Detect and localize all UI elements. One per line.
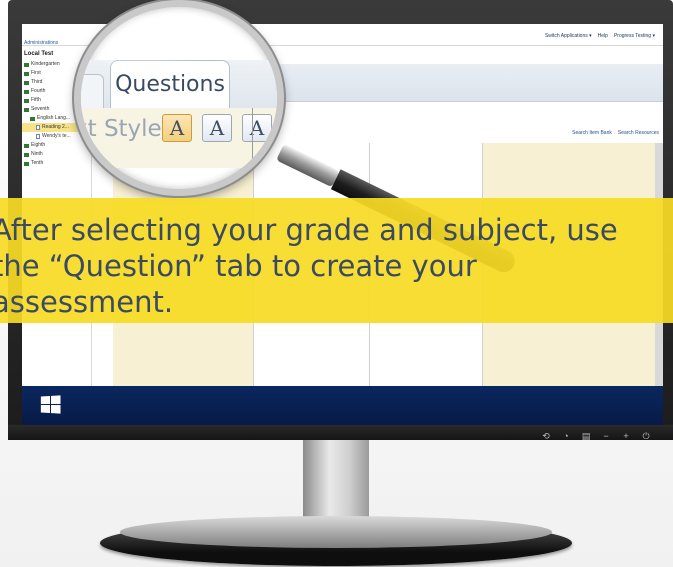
tree-item-label: Fifth bbox=[31, 97, 41, 103]
monitor-control-icon[interactable]: + bbox=[620, 431, 632, 441]
magnifier-lens: Questions xt Style: A A A bbox=[74, 0, 284, 196]
magnified-previous-tab[interactable] bbox=[81, 74, 104, 110]
tree-item-label: Third bbox=[31, 79, 43, 85]
folder-icon bbox=[24, 89, 29, 94]
folder-icon bbox=[24, 143, 29, 148]
help-link[interactable]: Help bbox=[598, 33, 608, 39]
tree-item-label: Fourth bbox=[31, 88, 46, 94]
tree-item-label: Reading 2... bbox=[42, 124, 69, 130]
monitor-control-icon[interactable]: ▤ bbox=[580, 431, 592, 441]
folder-icon bbox=[24, 80, 29, 85]
lens-glare bbox=[91, 15, 211, 75]
text-style-button-b[interactable]: A bbox=[202, 114, 232, 142]
power-icon[interactable]: ⏻ bbox=[640, 431, 652, 441]
monitor-base-rim bbox=[120, 516, 552, 548]
folder-icon bbox=[24, 62, 29, 67]
tree-item-label: Tenth bbox=[31, 160, 44, 166]
text-style-button-a[interactable]: A bbox=[162, 114, 192, 142]
switch-applications-link[interactable]: Switch Applications ▾ bbox=[545, 33, 592, 39]
search-links: Search Item Bank Search Resources bbox=[572, 130, 659, 136]
monitor-controls: ⟲ ◔ ▤ − + ⏻ bbox=[540, 431, 652, 441]
search-item-bank-link[interactable]: Search Item Bank bbox=[572, 130, 612, 136]
taskbar bbox=[22, 386, 663, 425]
tree-item-label: Ninth bbox=[31, 151, 43, 157]
folder-icon bbox=[24, 107, 29, 112]
tree-item-label: First bbox=[31, 70, 41, 76]
monitor-control-icon[interactable]: − bbox=[600, 431, 612, 441]
tree-item-label: Eighth bbox=[31, 142, 46, 148]
text-style-label: xt Style: bbox=[74, 116, 170, 142]
caption-banner: After selecting your grade and subject, … bbox=[0, 198, 673, 323]
folder-icon bbox=[24, 98, 29, 103]
folder-icon bbox=[30, 116, 35, 121]
administrations-link[interactable]: Administrations bbox=[24, 40, 58, 46]
topbar-nav: Switch Applications ▾ Help Progress Test… bbox=[545, 33, 655, 39]
document-icon bbox=[36, 134, 40, 139]
tree-item-label: English Lang... bbox=[37, 115, 71, 121]
windows-logo-icon[interactable] bbox=[40, 395, 61, 414]
monitor-control-icon[interactable]: ◔ bbox=[560, 431, 572, 441]
text-style-button-c[interactable]: A bbox=[242, 114, 272, 142]
monitor-control-icon[interactable]: ⟲ bbox=[540, 431, 552, 441]
document-icon bbox=[36, 125, 40, 130]
caption-text: After selecting your grade and subject, … bbox=[0, 213, 618, 319]
tree-item-label: Wendy's te... bbox=[42, 133, 71, 139]
progress-testing-link[interactable]: Progress Testing ▾ bbox=[614, 33, 655, 39]
tree-item-label: Kindergarten bbox=[31, 61, 60, 67]
search-resources-link[interactable]: Search Resources bbox=[618, 130, 659, 136]
folder-icon bbox=[24, 152, 29, 157]
tree-item-label: Seventh bbox=[31, 106, 50, 112]
folder-icon bbox=[24, 161, 29, 166]
folder-icon bbox=[24, 71, 29, 76]
magnified-divider bbox=[252, 108, 253, 189]
